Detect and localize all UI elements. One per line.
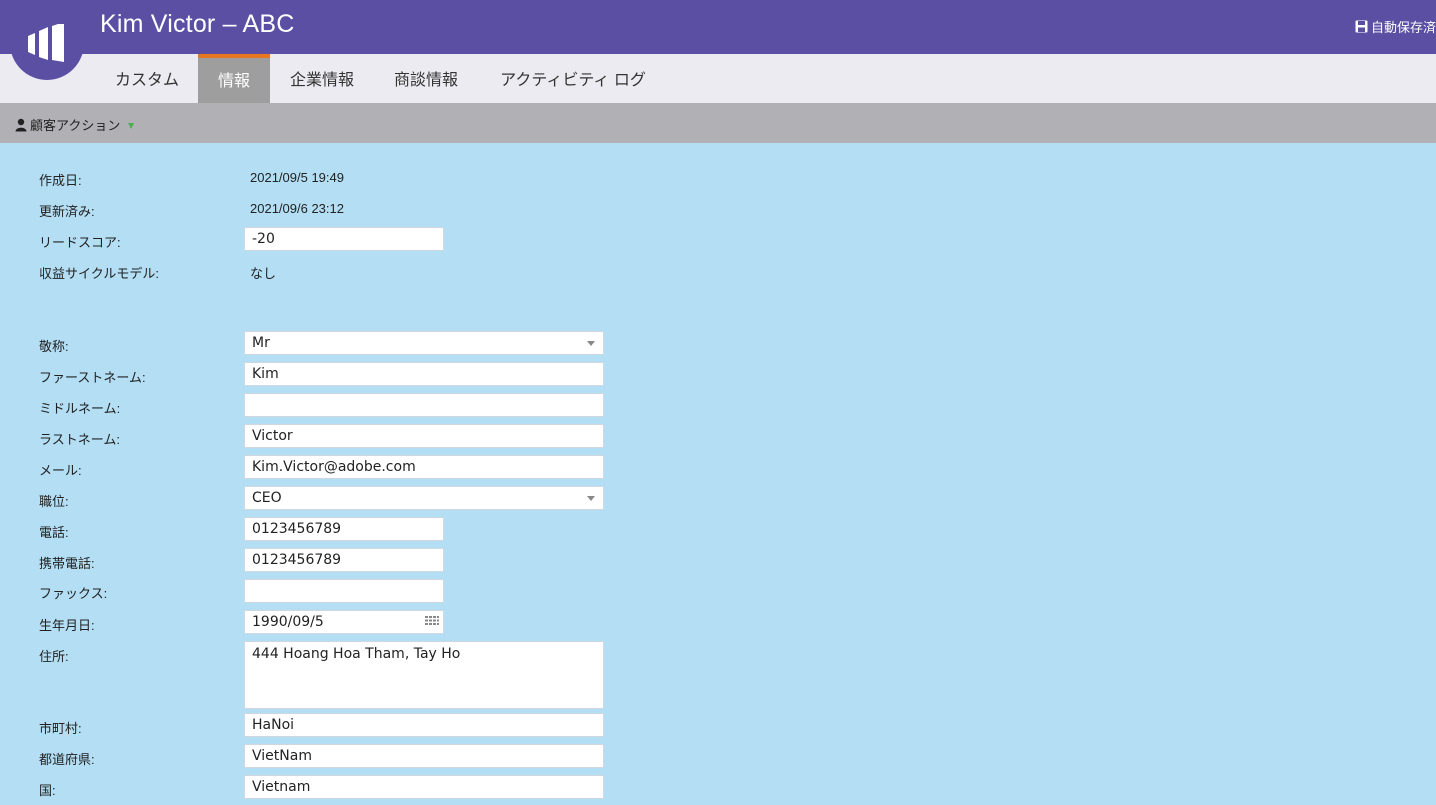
lead-score-field[interactable]: -20 <box>244 227 444 251</box>
calendar-icon[interactable] <box>424 615 440 629</box>
lead-info-form: 作成日: 2021/09/5 19:49 更新済み: 2021/09/6 23:… <box>0 143 1436 805</box>
first-name-label: ファーストネーム: <box>39 370 146 385</box>
birthday-value: 1990/09/5 <box>252 614 324 630</box>
revenue-model-label: 収益サイクルモデル: <box>39 266 159 281</box>
state-label: 都道府県: <box>39 752 95 767</box>
lead-score-label: リードスコア: <box>39 235 121 250</box>
mobile-field[interactable]: 0123456789 <box>244 548 444 572</box>
city-field[interactable]: HaNoi <box>244 713 604 737</box>
revenue-model-value: なし <box>250 266 277 281</box>
customer-action-label: 顧客アクション <box>30 119 121 134</box>
salutation-select[interactable]: Mr <box>244 331 604 355</box>
address-textarea[interactable]: 444 Hoang Hoa Tham, Tay Ho <box>244 641 604 709</box>
created-label: 作成日: <box>39 173 82 188</box>
salutation-label: 敬称: <box>39 339 69 354</box>
email-label: メール: <box>39 463 82 478</box>
city-label: 市町村: <box>39 721 82 736</box>
fax-field[interactable] <box>244 579 444 603</box>
email-field[interactable]: Kim.Victor@adobe.com <box>244 455 604 479</box>
app-header: Kim Victor – ABC 自動保存済 <box>0 0 1436 54</box>
marketo-logo[interactable] <box>10 0 84 80</box>
tab-info[interactable]: 情報 <box>198 54 270 103</box>
middle-name-field[interactable] <box>244 393 604 417</box>
address-label: 住所: <box>39 649 69 664</box>
last-name-field[interactable]: Victor <box>244 424 604 448</box>
state-field[interactable]: VietNam <box>244 744 604 768</box>
country-label: 国: <box>39 783 56 798</box>
save-disk-icon <box>1355 20 1368 33</box>
page-title: Kim Victor – ABC <box>100 10 295 38</box>
first-name-field[interactable]: Kim <box>244 362 604 386</box>
dropdown-arrow-icon <box>128 122 135 129</box>
person-icon <box>15 118 27 131</box>
created-value: 2021/09/5 19:49 <box>250 170 344 185</box>
tab-custom[interactable]: カスタム <box>98 54 196 103</box>
phone-label: 電話: <box>39 525 69 540</box>
birthday-field[interactable]: 1990/09/5 <box>244 610 444 634</box>
phone-field[interactable]: 0123456789 <box>244 517 444 541</box>
tab-bar: カスタム 情報 企業情報 商談情報 アクティビティ ログ <box>0 54 1436 103</box>
country-field[interactable]: Vietnam <box>244 775 604 799</box>
birthday-label: 生年月日: <box>39 618 95 633</box>
customer-action-menu[interactable]: 顧客アクション <box>15 115 135 134</box>
marketo-logo-icon <box>28 24 64 62</box>
tab-activity-log[interactable]: アクティビティ ログ <box>480 54 666 103</box>
fax-label: ファックス: <box>39 586 108 601</box>
autosave-label: 自動保存済 <box>1370 21 1436 36</box>
updated-label: 更新済み: <box>39 204 95 219</box>
middle-name-label: ミドルネーム: <box>39 401 121 416</box>
tab-company-info[interactable]: 企業情報 <box>272 54 372 103</box>
last-name-label: ラストネーム: <box>39 432 120 447</box>
updated-value: 2021/09/6 23:12 <box>250 201 344 216</box>
job-title-select[interactable]: CEO <box>244 486 604 510</box>
job-title-label: 職位: <box>39 494 69 509</box>
autosave-status: 自動保存済 <box>1355 17 1436 36</box>
action-bar: 顧客アクション <box>0 103 1436 143</box>
mobile-label: 携帯電話: <box>39 556 95 571</box>
tab-opportunity-info[interactable]: 商談情報 <box>374 54 478 103</box>
